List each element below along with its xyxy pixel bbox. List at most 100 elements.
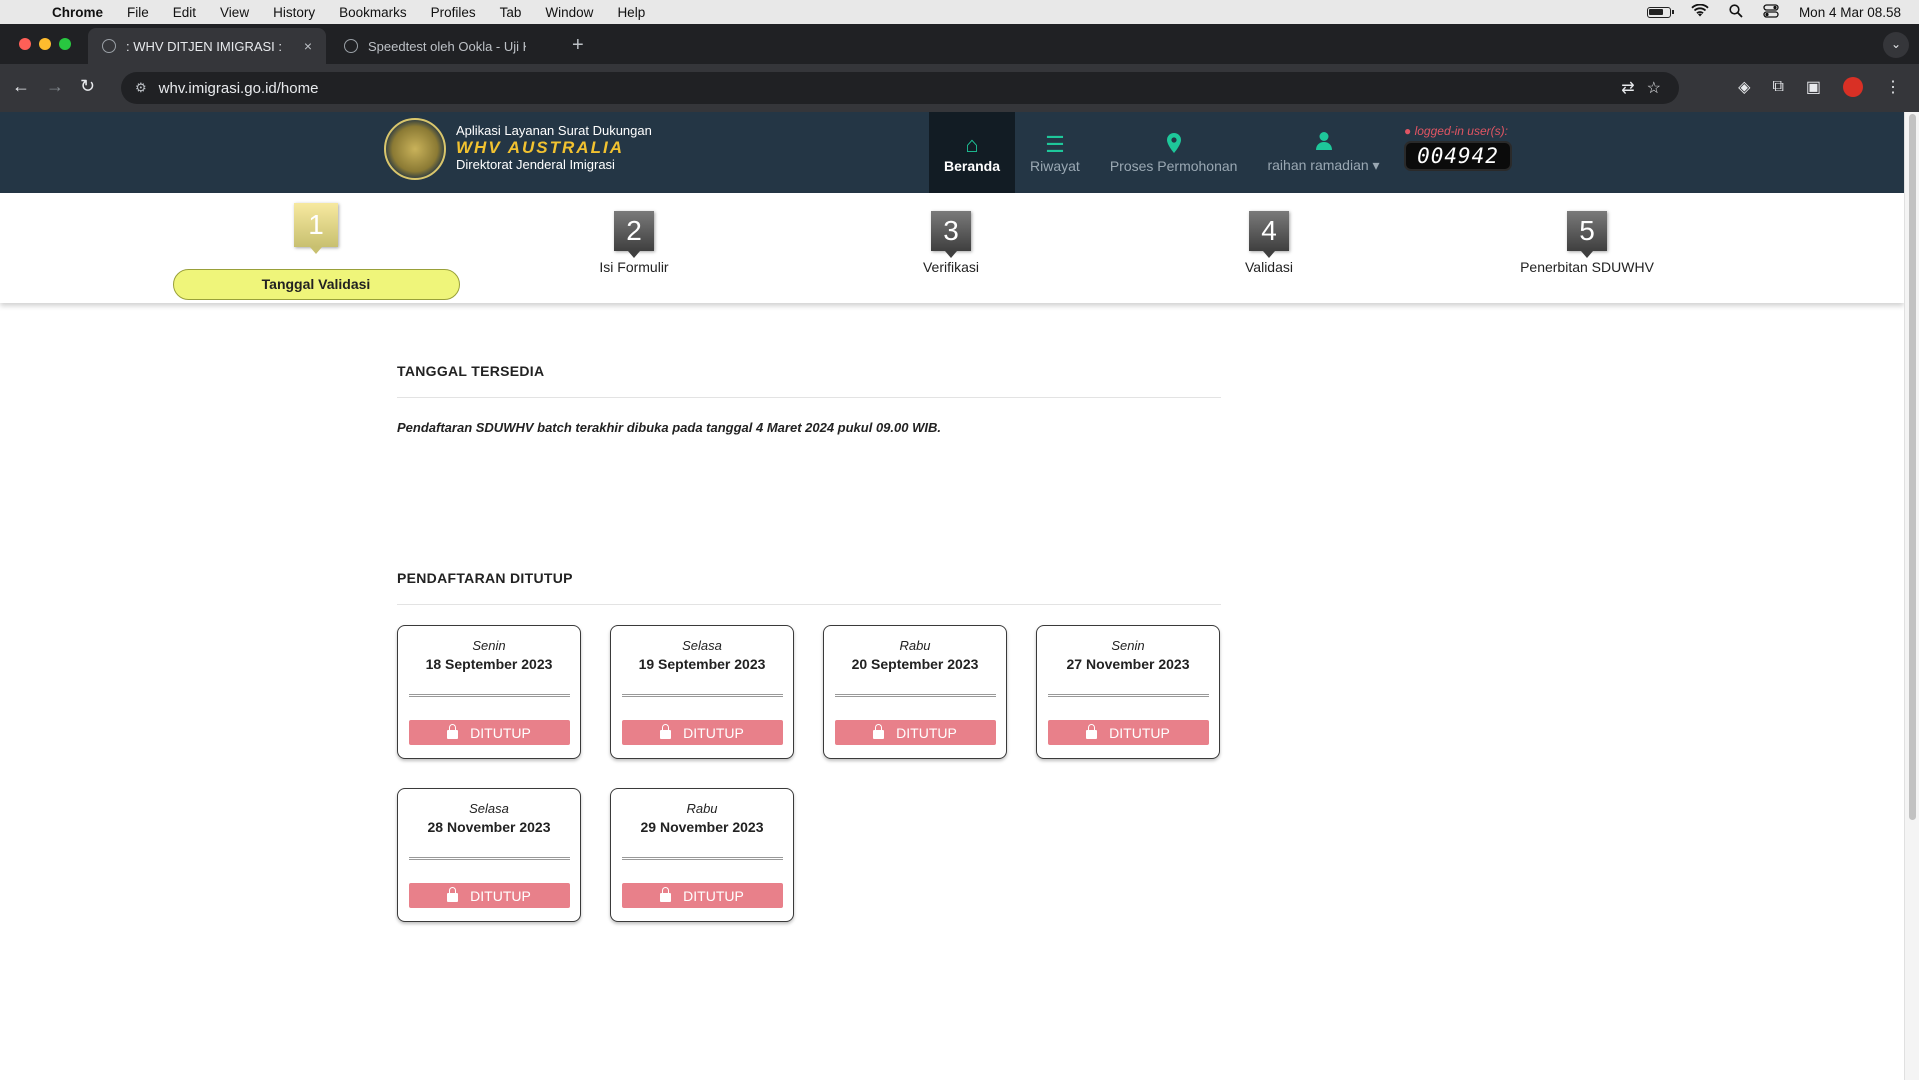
back-arrow-icon[interactable]: ← [12, 76, 30, 97]
date-card: Senin 27 November 2023 DITUTUP [1036, 625, 1220, 759]
extension-shield-icon[interactable]: ◈ [1738, 77, 1750, 97]
step-label: Validasi [1245, 259, 1293, 275]
nav-proses-permohonan[interactable]: Proses Permohonan [1095, 112, 1253, 193]
closed-button-label: DITUTUP [896, 724, 957, 741]
spotlight-search-icon[interactable] [1729, 3, 1743, 21]
new-tab-button[interactable]: + [572, 34, 584, 57]
menubar-status-area: Mon 4 Mar 08.58 [1646, 0, 1901, 24]
closed-date-cards: Senin 18 September 2023 DITUTUP Selasa 1… [397, 625, 1221, 922]
menu-window[interactable]: Window [533, 5, 605, 20]
imigrasi-logo[interactable] [384, 118, 446, 180]
step-number: 2 [614, 211, 654, 258]
tab-speedtest[interactable]: Speedtest oleh Ookla - Uji Ke [330, 28, 540, 64]
list-icon: ☰ [1045, 131, 1065, 157]
zoom-window-button[interactable] [59, 38, 71, 50]
closed-button-label: DITUTUP [470, 724, 531, 741]
closed-button-label: DITUTUP [1109, 724, 1170, 741]
control-center-icon[interactable] [1763, 3, 1779, 21]
lock-icon [873, 723, 885, 739]
map-marker-icon [1166, 132, 1182, 158]
step-number: 3 [931, 211, 971, 258]
user-icon [1315, 131, 1333, 157]
card-date: 27 November 2023 [1066, 656, 1190, 672]
closed-button[interactable]: DITUTUP [408, 883, 570, 908]
closed-button[interactable]: DITUTUP [621, 883, 783, 908]
brand-line-3: Direktorat Jenderal Imigrasi [456, 157, 615, 172]
step-4[interactable]: 4 Validasi [1119, 211, 1419, 275]
side-panel-icon[interactable]: ▣ [1806, 77, 1821, 97]
address-bar[interactable]: ⚙ whv.imigrasi.go.id/home ⇄ ☆ [121, 72, 1679, 104]
step-number: 1 [294, 203, 338, 254]
closed-registration-title: PENDAFTARAN DITUTUP [397, 570, 573, 586]
wifi-icon[interactable] [1691, 3, 1709, 21]
main-nav: ⌂ Beranda ☰ Riwayat Proses Permohonan ra… [929, 112, 1395, 193]
card-divider [834, 694, 996, 697]
tab-whv-ditjen-imigrasi[interactable]: : WHV DITJEN IMIGRASI : × [88, 28, 326, 64]
translate-icon[interactable]: ⇄ [1621, 78, 1634, 98]
menu-profiles[interactable]: Profiles [419, 5, 488, 20]
tab-title: : WHV DITJEN IMIGRASI : [126, 38, 283, 54]
brand-line-2: WHV AUSTRALIA [456, 138, 624, 157]
step-3[interactable]: 3 Verifikasi [801, 211, 1101, 275]
step-number: 5 [1567, 211, 1607, 258]
lock-icon [660, 886, 672, 902]
forward-arrow-icon[interactable]: → [46, 76, 64, 97]
card-divider [1047, 694, 1209, 697]
macos-menu-bar: Chrome File Edit View History Bookmarks … [0, 0, 1919, 24]
menu-app-name[interactable]: Chrome [50, 5, 115, 20]
menu-bookmarks[interactable]: Bookmarks [327, 5, 419, 20]
date-card: Selasa 28 November 2023 DITUTUP [397, 788, 581, 922]
site-brand[interactable]: Aplikasi Layanan Surat Dukungan WHV AUST… [456, 122, 652, 173]
site-header: Aplikasi Layanan Surat Dukungan WHV AUST… [0, 112, 1904, 193]
step-5[interactable]: 5 Penerbitan SDUWHV [1437, 211, 1737, 275]
tab-search-chevron-icon[interactable]: ⌄ [1883, 32, 1909, 58]
card-day: Senin [1111, 638, 1145, 653]
battery-icon[interactable] [1646, 6, 1674, 18]
bookmark-star-icon[interactable]: ☆ [1647, 78, 1661, 98]
extensions-puzzle-icon[interactable]: ⧉ [1772, 78, 1783, 96]
closed-button-label: DITUTUP [683, 887, 744, 904]
card-date: 18 September 2023 [425, 656, 553, 672]
menu-view[interactable]: View [208, 5, 261, 20]
section-divider [397, 604, 1221, 605]
menu-history[interactable]: History [261, 5, 327, 20]
closed-button[interactable]: DITUTUP [1047, 720, 1209, 745]
address-url[interactable]: whv.imigrasi.go.id/home [159, 80, 319, 97]
nav-user-menu[interactable]: raihan ramadian ▾ [1252, 112, 1394, 193]
chrome-menu-icon[interactable]: ⋮ [1885, 77, 1901, 97]
window-controls [19, 38, 71, 50]
scrollbar-thumb[interactable] [1909, 114, 1916, 820]
brand-line-1: Aplikasi Layanan Surat Dukungan [456, 123, 652, 138]
logged-in-count: 004942 [1404, 141, 1512, 171]
lock-icon [660, 723, 672, 739]
reload-icon[interactable]: ↻ [80, 76, 95, 97]
step-2[interactable]: 2 Isi Formulir [484, 211, 784, 275]
closed-button[interactable]: DITUTUP [408, 720, 570, 745]
close-tab-icon[interactable]: × [304, 38, 312, 54]
main-content: TANGGAL TERSEDIA Pendaftaran SDUWHV batc… [397, 303, 1221, 922]
logged-in-counter: ● logged-in user(s): 004942 [1404, 124, 1512, 171]
section-divider [397, 397, 1221, 398]
card-divider [408, 857, 570, 860]
tab-title: Speedtest oleh Ookla - Uji Ke [368, 38, 526, 54]
step-label: Isi Formulir [599, 259, 669, 275]
closed-button[interactable]: DITUTUP [834, 720, 996, 745]
closed-button[interactable]: DITUTUP [621, 720, 783, 745]
nav-beranda[interactable]: ⌂ Beranda [929, 112, 1016, 193]
menu-edit[interactable]: Edit [161, 5, 208, 20]
close-window-button[interactable] [19, 38, 31, 50]
available-dates-title: TANGGAL TERSEDIA [397, 363, 545, 379]
omnibox-actions: ⇄ ☆ [1621, 78, 1661, 98]
menu-help[interactable]: Help [605, 5, 657, 20]
menu-file[interactable]: File [115, 5, 161, 20]
profile-avatar-icon[interactable] [1843, 77, 1863, 97]
menubar-clock[interactable]: Mon 4 Mar 08.58 [1799, 5, 1901, 20]
site-settings-icon[interactable]: ⚙ [135, 80, 147, 96]
minimize-window-button[interactable] [39, 38, 51, 50]
page-scrollbar[interactable] [1904, 112, 1919, 1080]
menu-tab[interactable]: Tab [488, 5, 534, 20]
closed-registration-section: PENDAFTARAN DITUTUP Senin 18 September 2… [397, 570, 1221, 922]
nav-riwayat[interactable]: ☰ Riwayat [1015, 112, 1095, 193]
user-small-icon: ● [1404, 124, 1412, 138]
step-1[interactable]: 1 Tanggal Validasi [166, 203, 466, 300]
